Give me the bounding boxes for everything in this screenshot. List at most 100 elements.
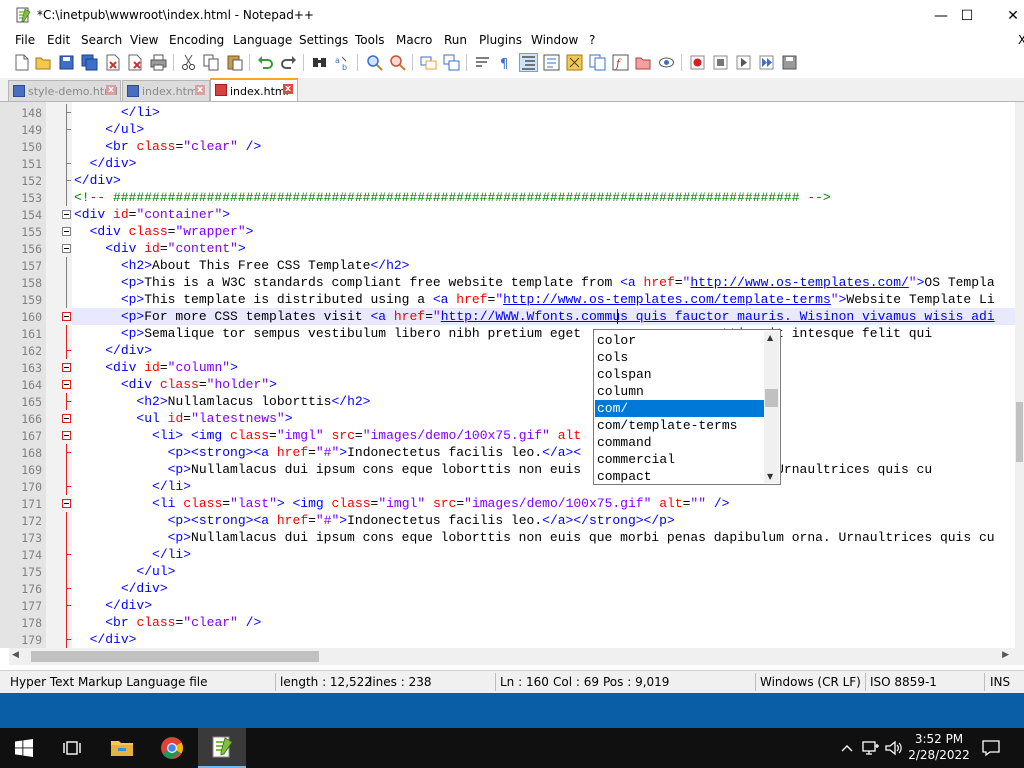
maximize-button[interactable]: ☐	[944, 0, 990, 31]
network-icon[interactable]	[862, 740, 880, 756]
menu-help[interactable]: ?	[589, 33, 595, 47]
redo-icon[interactable]	[280, 54, 297, 71]
autocomplete-popup[interactable]: color cols colspan column com/com/template-t…	[593, 329, 781, 485]
vertical-scrollbar[interactable]	[1015, 102, 1024, 648]
code-line[interactable]: 165 <h2>Nullamlacus loborttis</h2>	[0, 393, 1015, 410]
find-icon[interactable]	[311, 54, 328, 71]
cut-icon[interactable]	[180, 54, 197, 71]
tab-close-icon[interactable]: x	[106, 85, 116, 95]
code-line[interactable]: 171 <li class="last"> <img class="imgl" …	[0, 495, 1015, 512]
code-editor[interactable]: 148 </li> 149 </ul> 150 <br class="clear" …	[0, 102, 1015, 648]
chevron-up-icon[interactable]	[840, 741, 854, 755]
code-line[interactable]: 161 <p>Semalique tor sempus vestibulum l…	[0, 325, 1015, 342]
close-all-icon[interactable]	[127, 54, 144, 71]
new-file-icon[interactable]	[13, 54, 30, 71]
code-line[interactable]: 160 <p>For more CSS templates visit <a h…	[0, 308, 1015, 325]
code-line[interactable]: 176 </div>	[0, 580, 1015, 597]
menu-tools[interactable]: Tools	[355, 33, 385, 47]
menu-macro[interactable]: Macro	[396, 33, 432, 47]
code-line[interactable]: 150 <br class="clear" />	[0, 138, 1015, 155]
autocomplete-item[interactable]: command	[595, 434, 765, 451]
word-wrap-icon[interactable]	[474, 54, 491, 71]
menu-search[interactable]: Search	[81, 33, 122, 47]
function-list-icon[interactable]: f	[612, 54, 629, 71]
code-line[interactable]: 167 <li> <img class="imgl" src="images/d…	[0, 427, 1015, 444]
open-file-icon[interactable]	[35, 54, 52, 71]
fold-toggle-icon[interactable]	[62, 414, 71, 423]
save-macro-icon[interactable]	[781, 54, 798, 71]
sync-vertical-icon[interactable]	[420, 54, 437, 71]
autocomplete-item[interactable]: commercial	[595, 451, 765, 468]
autocomplete-item[interactable]: colspan	[595, 366, 765, 383]
copy-icon[interactable]	[203, 54, 220, 71]
menu-view[interactable]: View	[130, 33, 158, 47]
code-line[interactable]: 170 </li>	[0, 478, 1015, 495]
close-file-icon[interactable]	[104, 54, 121, 71]
autocomplete-item[interactable]: cols	[595, 349, 765, 366]
show-all-chars-icon[interactable]: ¶	[497, 54, 514, 71]
scroll-thumb[interactable]	[765, 389, 778, 407]
fold-toggle-icon[interactable]	[62, 431, 71, 440]
status-insert-mode[interactable]: INS	[990, 675, 1010, 689]
menu-language[interactable]: Language	[233, 33, 292, 47]
start-button[interactable]	[0, 728, 48, 768]
scroll-left-icon[interactable]: ◀	[12, 650, 19, 660]
tab-style-demo[interactable]: style-demo.html x	[8, 80, 121, 102]
autocomplete-scrollbar[interactable]: ▲ ▼	[764, 331, 779, 483]
code-line[interactable]: 159 <p>This template is distributed usin…	[0, 291, 1015, 308]
zoom-out-icon[interactable]	[389, 54, 406, 71]
folder-workspace-icon[interactable]	[635, 54, 652, 71]
code-line[interactable]: 166 <ul id="latestnews">	[0, 410, 1015, 427]
scroll-down-icon[interactable]: ▼	[767, 472, 773, 481]
task-view-button[interactable]	[48, 728, 96, 768]
code-line[interactable]: 154 <div id="container">	[0, 206, 1015, 223]
autocomplete-item[interactable]: color	[595, 332, 765, 349]
code-line[interactable]: 162 </div>	[0, 342, 1015, 359]
menu-window[interactable]: Window	[531, 33, 578, 47]
vertical-scroll-thumb[interactable]	[1016, 402, 1023, 462]
print-icon[interactable]	[150, 54, 167, 71]
code-line[interactable]: 152 </div>	[0, 172, 1015, 189]
horizontal-scrollbar[interactable]: ◀ ▶	[9, 648, 1015, 665]
fold-toggle-icon[interactable]	[62, 499, 71, 508]
menu-run[interactable]: Run	[444, 33, 467, 47]
code-line[interactable]: 156 <div id="content">	[0, 240, 1015, 257]
code-line[interactable]: 178 <br class="clear" />	[0, 614, 1015, 631]
replace-icon[interactable]: ab	[334, 54, 351, 71]
taskbar-file-explorer[interactable]	[98, 728, 146, 768]
fold-toggle-icon[interactable]	[62, 227, 71, 236]
menu-file[interactable]: File	[15, 33, 35, 47]
code-line[interactable]: 157 <h2>About This Free CSS Template</h2…	[0, 257, 1015, 274]
run-macro-multiple-icon[interactable]	[758, 54, 775, 71]
code-line[interactable]: 174 </li>	[0, 546, 1015, 563]
user-language-icon[interactable]	[543, 54, 560, 71]
code-line[interactable]: 149 </ul>	[0, 121, 1015, 138]
record-macro-icon[interactable]	[689, 54, 706, 71]
tab-close-icon[interactable]: x	[195, 85, 205, 95]
document-map-icon[interactable]	[566, 54, 583, 71]
scroll-right-icon[interactable]: ▶	[1002, 650, 1009, 660]
tab-index-html-1[interactable]: index.html x	[122, 80, 210, 102]
play-macro-icon[interactable]	[735, 54, 752, 71]
code-line[interactable]: 148 </li>	[0, 104, 1015, 121]
code-line[interactable]: 179 </div>	[0, 631, 1015, 648]
menu-encoding[interactable]: Encoding	[169, 33, 224, 47]
code-line[interactable]: 169 <p>Nullamlacus dui ipsum cons eque l…	[0, 461, 1015, 478]
system-clock[interactable]: 3:52 PM 2/28/2022	[904, 731, 974, 763]
fold-toggle-icon[interactable]	[62, 380, 71, 389]
menu-edit[interactable]: Edit	[47, 33, 70, 47]
code-line[interactable]: 177 </div>	[0, 597, 1015, 614]
fold-toggle-icon[interactable]	[62, 210, 71, 219]
tab-close-icon[interactable]: x	[283, 84, 293, 94]
document-list-icon[interactable]	[589, 54, 606, 71]
code-line[interactable]: 153 <!-- ################################…	[0, 189, 1015, 206]
autocomplete-item[interactable]: com/	[595, 400, 765, 417]
menu-settings[interactable]: Settings	[299, 33, 348, 47]
code-line[interactable]: 175 </ul>	[0, 563, 1015, 580]
action-center-icon[interactable]	[982, 739, 1000, 757]
menu-close-doc-button[interactable]: X	[1018, 33, 1024, 47]
taskbar-notepadpp[interactable]	[198, 728, 246, 768]
code-line[interactable]: 163 <div id="column">	[0, 359, 1015, 376]
paste-icon[interactable]	[226, 54, 243, 71]
autocomplete-item[interactable]: compact	[595, 468, 765, 485]
